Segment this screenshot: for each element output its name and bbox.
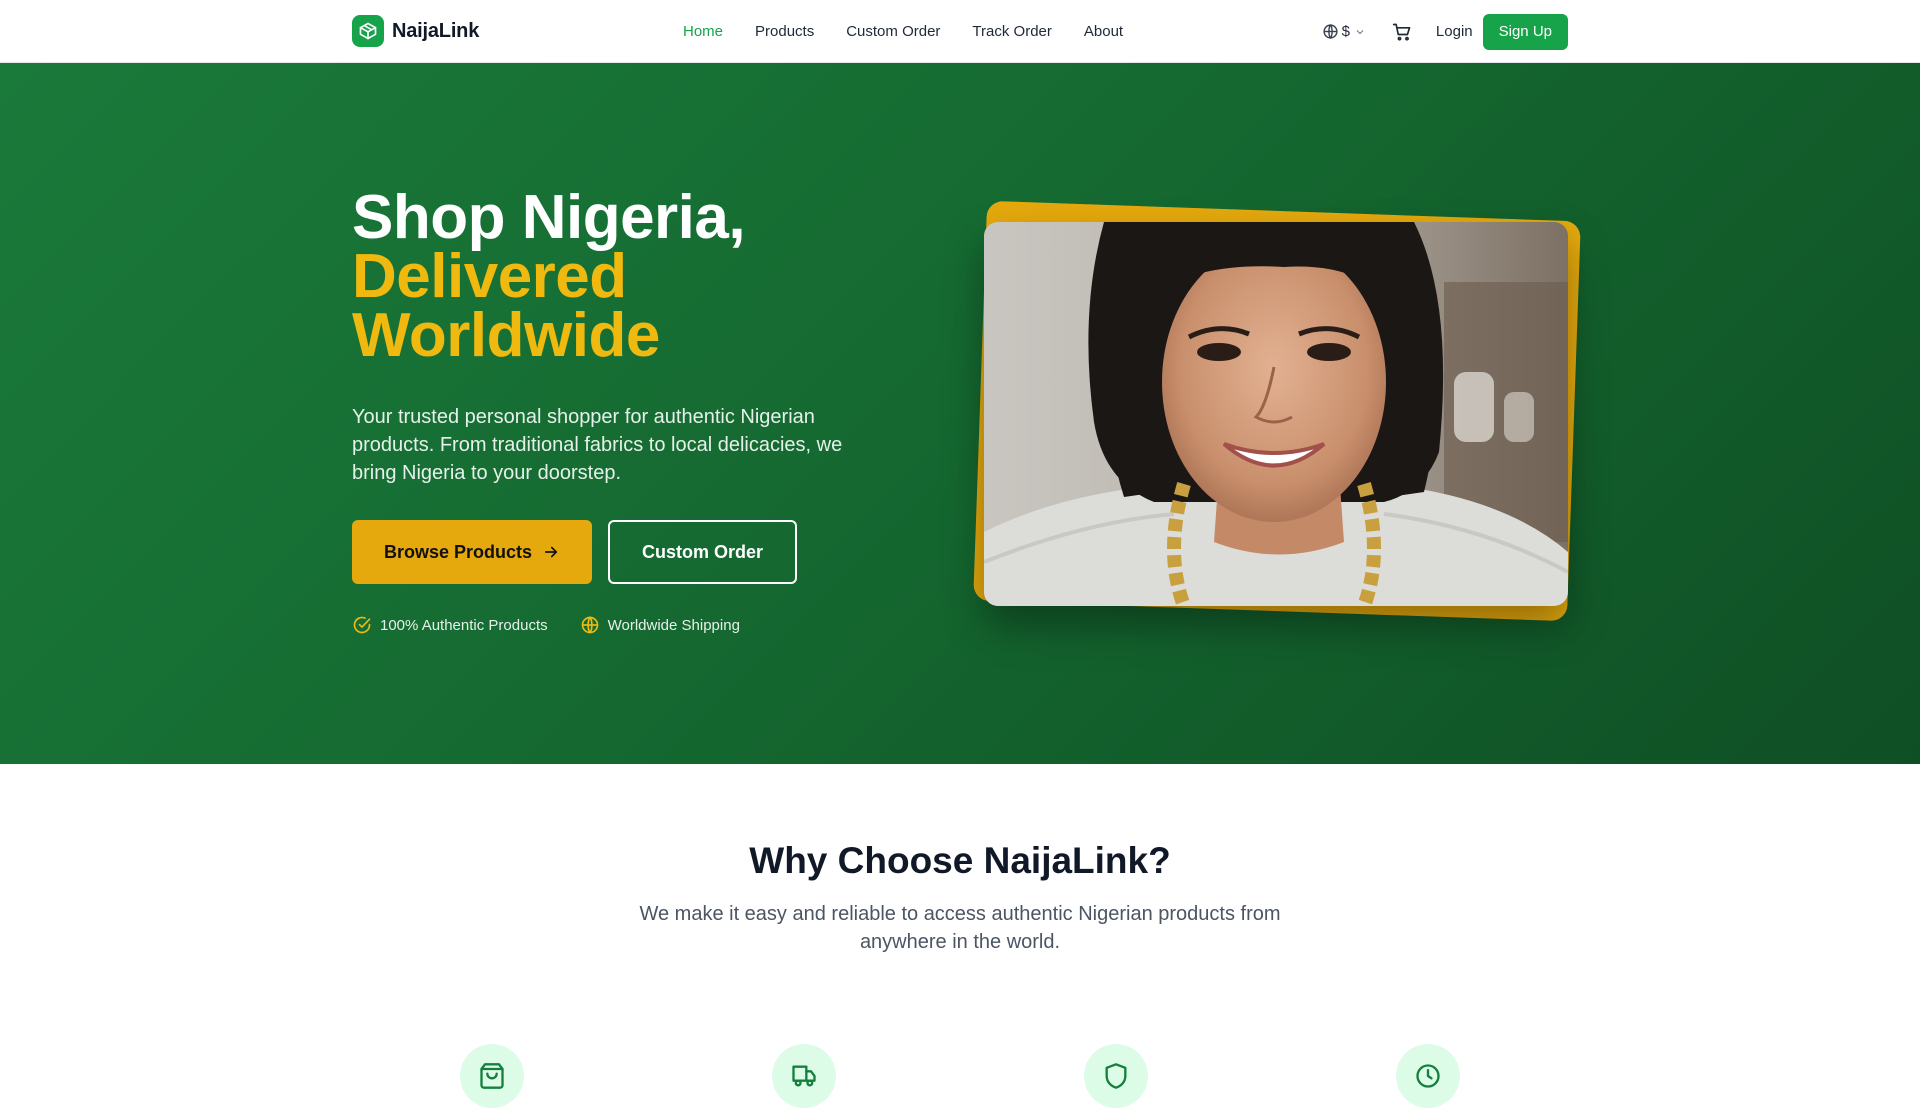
feature-shopping-bag bbox=[460, 1044, 524, 1108]
nav-products[interactable]: Products bbox=[755, 23, 814, 40]
shield-icon bbox=[1105, 1063, 1127, 1089]
feature-clock bbox=[1396, 1044, 1460, 1108]
hero-title: Shop Nigeria, Delivered Worldwide bbox=[352, 187, 746, 370]
brand-name: NaijaLink bbox=[392, 19, 480, 42]
why-subtitle: We make it easy and reliable to access a… bbox=[639, 903, 1281, 953]
cart-icon bbox=[1392, 23, 1411, 41]
badge-shipping: Worldwide Shipping bbox=[580, 615, 740, 635]
check-circle-icon bbox=[353, 616, 371, 634]
nav-home[interactable]: Home bbox=[683, 23, 723, 40]
globe-icon bbox=[1322, 24, 1338, 39]
globe-icon bbox=[581, 616, 598, 634]
chevron-down-icon bbox=[1356, 29, 1364, 34]
badge-authentic: 100% Authentic Products bbox=[352, 615, 548, 635]
cart-button[interactable] bbox=[1392, 22, 1412, 42]
hero-title-line2: Delivered bbox=[352, 242, 627, 311]
main-nav: Home Products Custom Order Track Order A… bbox=[683, 0, 1155, 63]
nav-track-order[interactable]: Track Order bbox=[972, 23, 1051, 40]
custom-order-button[interactable]: Custom Order bbox=[608, 520, 797, 584]
navbar: NaijaLink Home Products Custom Order Tra… bbox=[0, 0, 1920, 63]
login-link[interactable]: Login bbox=[1436, 23, 1473, 40]
hero-badges: 100% Authentic Products Worldwide Shippi… bbox=[352, 615, 772, 635]
arrow-right-icon bbox=[544, 546, 558, 558]
clock-icon bbox=[1416, 1064, 1440, 1088]
hero-photo bbox=[984, 222, 1568, 606]
badge-shipping-label: Worldwide Shipping bbox=[607, 616, 740, 634]
nav-about[interactable]: About bbox=[1084, 23, 1123, 40]
currency-label: $ bbox=[1341, 23, 1350, 40]
nav-custom-order[interactable]: Custom Order bbox=[846, 23, 940, 40]
currency-selector[interactable]: $ bbox=[1322, 23, 1366, 40]
brand-logo[interactable]: NaijaLink bbox=[352, 15, 479, 47]
feature-truck bbox=[772, 1044, 836, 1108]
why-title: Why Choose NaijaLink? bbox=[749, 840, 1171, 881]
nav-actions: $ Login Sign Up bbox=[1322, 0, 1568, 63]
truck-icon bbox=[792, 1065, 816, 1087]
browse-products-button[interactable]: Browse Products bbox=[352, 520, 592, 584]
feature-shield bbox=[1084, 1044, 1148, 1108]
package-icon bbox=[352, 15, 384, 47]
browse-products-label: Browse Products bbox=[383, 541, 533, 562]
shopping-bag-icon bbox=[480, 1063, 504, 1089]
hero-section: Shop Nigeria, Delivered Worldwide Your t… bbox=[0, 63, 1920, 764]
hero-title-line3: Worldwide bbox=[352, 301, 660, 370]
signup-button[interactable]: Sign Up bbox=[1482, 13, 1568, 50]
badge-authentic-label: 100% Authentic Products bbox=[380, 616, 548, 634]
hero-subtitle: Your trusted personal shopper for authen… bbox=[352, 406, 843, 484]
